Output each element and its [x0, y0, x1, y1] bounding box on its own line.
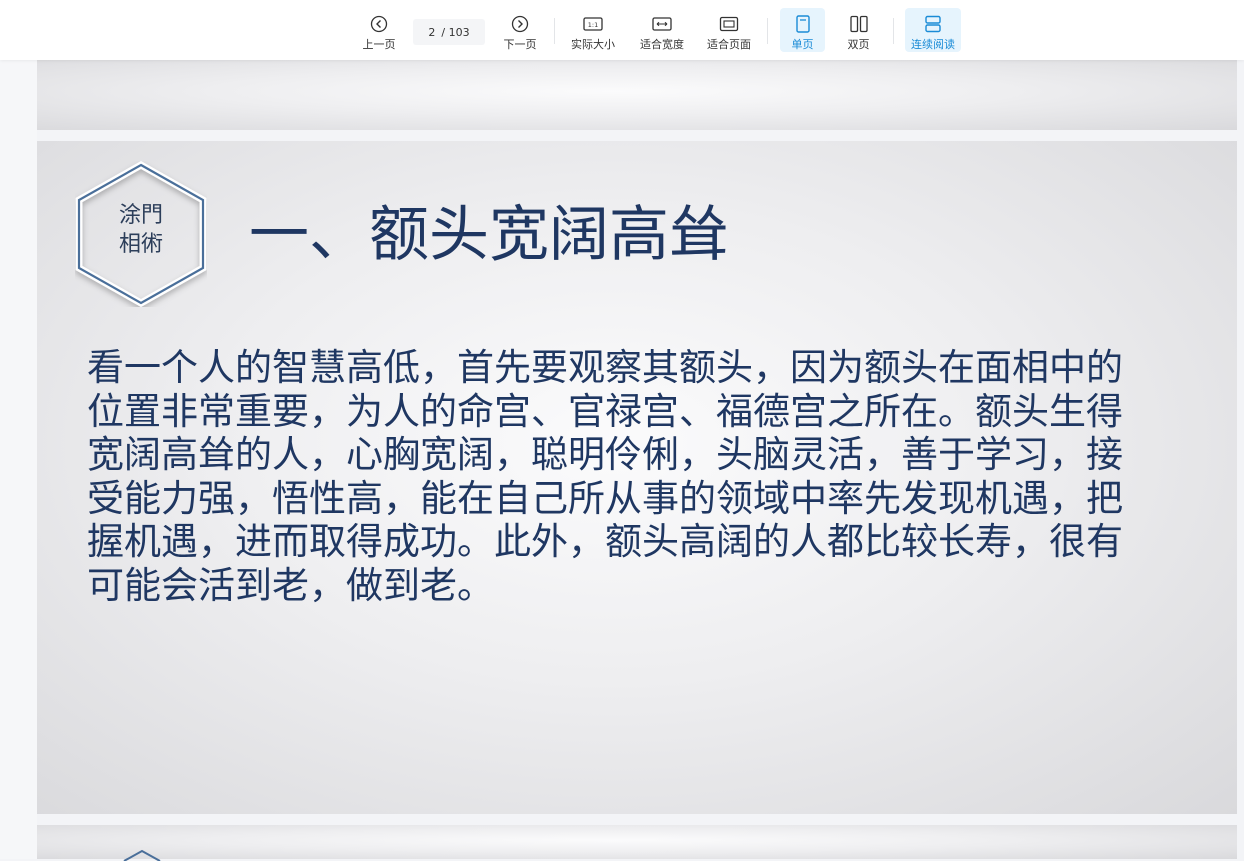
body-line: 位置非常重要，为人的命宫、官禄宫、福德宫之所在。额头生得: [87, 389, 1123, 433]
fit-page-icon: [719, 14, 739, 33]
logo-line-1: 涂門: [118, 203, 163, 228]
fit-page-button[interactable]: 适合页面: [703, 8, 755, 52]
reader-toolbar: 上一页 2 / 103 下一页 1:1 实际大小 适合宽度 适合页面 单页 双页…: [0, 0, 1244, 60]
body-line: 受能力强，悟性高，能在自己所从事的领域中率先发现机遇，把: [87, 476, 1123, 520]
logo-line-2: 相術: [118, 232, 163, 257]
continuous-reading-icon: [923, 14, 943, 33]
actual-size-glyph: 1:1: [588, 21, 598, 29]
continuous-reading-label: 连续阅读: [911, 38, 955, 51]
double-page-button[interactable]: 双页: [836, 8, 881, 52]
page-current-input[interactable]: 2: [428, 26, 435, 39]
chevron-right-circle-icon: [510, 14, 530, 33]
continuous-reading-button[interactable]: 连续阅读: [905, 8, 961, 52]
actual-size-label: 实际大小: [571, 38, 615, 51]
prev-page-button[interactable]: 上一页: [356, 8, 402, 52]
single-page-label: 单页: [791, 38, 814, 51]
fit-width-label: 适合宽度: [640, 38, 684, 51]
double-page-label: 双页: [847, 38, 870, 51]
toolbar-divider: [767, 18, 768, 44]
fit-page-label: 适合页面: [707, 38, 751, 51]
next-page-button[interactable]: 下一页: [497, 8, 543, 52]
slide-body-text: 看一个人的智慧高低，首先要观察其额头，因为额头在面相中的 位置非常重要，为人的命…: [87, 346, 1212, 607]
body-line: 可能会活到老，做到老。: [87, 563, 494, 607]
next-slide-page: [37, 825, 1237, 861]
logo-text: 涂門 相術: [75, 201, 207, 259]
actual-size-button[interactable]: 1:1 实际大小: [566, 8, 620, 52]
fit-width-button[interactable]: 适合宽度: [636, 8, 688, 52]
slide-title: 一、额头宽阔高耸: [249, 200, 729, 270]
next-page-label: 下一页: [503, 38, 537, 51]
body-line: 握机遇，进而取得成功。此外，额头高阔的人都比较长寿，很有: [87, 520, 1123, 563]
prev-page-label: 上一页: [362, 38, 396, 51]
single-page-button[interactable]: 单页: [780, 8, 825, 52]
current-slide-page: 涂門 相術 一、额头宽阔高耸 看一个人的智慧高低，首先要观察其额头，因为额头在面…: [37, 141, 1237, 814]
page-number-box[interactable]: 2 / 103: [413, 19, 485, 45]
hexagon-logo-icon: [123, 849, 161, 861]
scrollbar-track[interactable]: [1237, 60, 1244, 859]
single-page-icon: [793, 14, 813, 33]
page-total: / 103: [441, 25, 470, 39]
fit-width-icon: [652, 14, 672, 33]
body-line: 宽阔高耸的人，心胸宽阔，聪明伶俐，头脑灵活，善于学习，接: [87, 433, 1123, 476]
toolbar-divider: [893, 18, 894, 44]
double-page-icon: [849, 14, 869, 33]
body-line: 看一个人的智慧高低，首先要观察其额头，因为额头在面相中的: [87, 346, 1123, 389]
left-margin: [0, 60, 37, 859]
chevron-left-circle-icon: [369, 14, 389, 33]
previous-slide-page: [37, 60, 1237, 130]
toolbar-divider: [554, 18, 555, 44]
actual-size-icon: 1:1: [583, 14, 603, 33]
